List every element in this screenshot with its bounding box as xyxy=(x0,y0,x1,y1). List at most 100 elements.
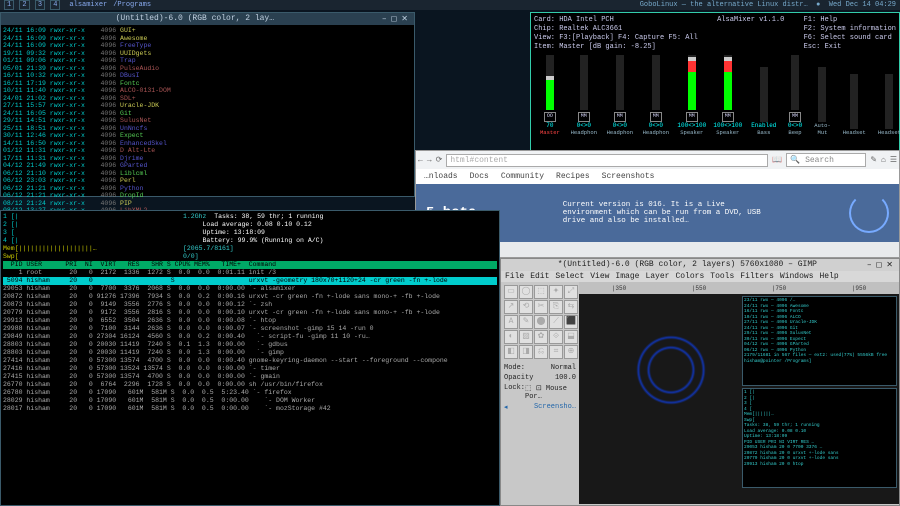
opacity-value[interactable]: 100.0 xyxy=(555,374,576,382)
menu-help[interactable]: Help xyxy=(820,272,839,281)
canvas-area[interactable]: |350|550|750|950 23/11 rwx — 4096 /…24/1… xyxy=(579,282,899,504)
channel-beep[interactable]: MM0<>0Beep xyxy=(788,55,802,136)
minimize-icon[interactable]: – xyxy=(865,261,874,270)
back-icon[interactable]: ← xyxy=(418,156,423,165)
htop-output[interactable]: 1 [| 2 [| 3 [ 4 [| Mem[|||||||||||||||||… xyxy=(1,211,499,415)
task-programs[interactable]: /Programs xyxy=(113,1,151,9)
nav-screenshots[interactable]: Screenshots xyxy=(602,172,655,181)
tool-23[interactable]: ⌗ xyxy=(549,345,563,359)
task-alsamixer[interactable]: alsamixer xyxy=(69,1,107,9)
menu-filters[interactable]: Filters xyxy=(740,272,774,281)
process-row[interactable]: 5094 hisham 20 0 S urxvt -geometry 180x7… xyxy=(3,277,497,285)
process-row[interactable]: 27414 hisham 20 0 57300 13574 4700 S 0.0… xyxy=(3,357,497,365)
tool-15[interactable]: ◐ xyxy=(504,330,518,344)
menu-layer[interactable]: Layer xyxy=(645,272,669,281)
tool-4[interactable]: ⤢ xyxy=(564,285,578,299)
tool-9[interactable]: ⇆ xyxy=(564,300,578,314)
tool-6[interactable]: ⟲ xyxy=(519,300,533,314)
nav-community[interactable]: Community xyxy=(501,172,544,181)
menu-tools[interactable]: Tools xyxy=(710,272,734,281)
tool-14[interactable]: ⬛ xyxy=(564,315,578,329)
tool-8[interactable]: ⎘ xyxy=(549,300,563,314)
close-icon[interactable]: ✕ xyxy=(884,261,895,270)
tool-21[interactable]: ◨ xyxy=(519,345,533,359)
tool-7[interactable]: ✂ xyxy=(534,300,548,314)
tool-0[interactable]: ▭ xyxy=(504,285,518,299)
menu-colors[interactable]: Colors xyxy=(675,272,704,281)
process-row[interactable]: 28029 hisham 20 0 17090 601M 581M S 0.0 … xyxy=(3,397,497,405)
process-row[interactable]: 26770 hisham 20 0 6764 2296 1728 S 0.0 0… xyxy=(3,381,497,389)
workspace-4[interactable]: 4 xyxy=(50,0,60,10)
menu-file[interactable]: File xyxy=(505,272,524,281)
channel-headset[interactable]: Headset xyxy=(843,74,866,136)
tool-12[interactable]: ⬤ xyxy=(534,315,548,329)
tool-17[interactable]: ✿ xyxy=(534,330,548,344)
maximize-icon[interactable]: ◻ xyxy=(874,261,885,270)
process-row[interactable]: 26780 hisham 20 0 17090 601M 581M S 0.0 … xyxy=(3,389,497,397)
menubar[interactable]: FileEditSelectViewImageLayerColorsToolsF… xyxy=(501,271,899,282)
tool-24[interactable]: ⊕ xyxy=(564,345,578,359)
workspace-2[interactable]: 2 xyxy=(19,0,29,10)
tool-2[interactable]: ⬚ xyxy=(534,285,548,299)
menu-select[interactable]: Select xyxy=(555,272,584,281)
process-row[interactable]: 28803 hisham 20 0 20030 11419 7240 S 0.1… xyxy=(3,341,497,349)
process-row[interactable]: 27416 hisham 20 0 57300 13524 13574 S 0.… xyxy=(3,365,497,373)
window-controls[interactable]: –◻✕ xyxy=(865,260,895,270)
mode-select[interactable]: Normal xyxy=(551,364,576,372)
tool-grid[interactable]: ▭◯⬚✦⤢↗⟲✂⎘⇆A✎⬤⟋⬛◐▨✿⟐⬓◧◨⎌⌗⊕ xyxy=(504,285,576,359)
workspace-switcher[interactable]: 1 2 3 4 xyxy=(4,1,61,9)
process-row[interactable]: 20779 hisham 20 0 9172 3556 2816 S 0.0 0… xyxy=(3,309,497,317)
process-row[interactable]: 29053 hisham 20 0 7700 3376 2068 S 0.0 0… xyxy=(3,285,497,293)
tool-20[interactable]: ◧ xyxy=(504,345,518,359)
channel-master[interactable]: OO70Master xyxy=(540,55,560,136)
channel-speaker[interactable]: MM100<>100Speaker xyxy=(680,55,704,136)
nav-docs[interactable]: Docs xyxy=(470,172,489,181)
channel-auto-mut[interactable]: Auto-Mut xyxy=(814,67,831,136)
mixer-channels[interactable]: OO70Master MM0<>0Headphon MM0<>0Headphon MM… xyxy=(534,58,896,136)
process-row[interactable]: 29988 hisham 20 0 7100 3144 2636 S 0.0 0… xyxy=(3,325,497,333)
tool-19[interactable]: ⬓ xyxy=(564,330,578,344)
process-row[interactable]: 28017 hisham 20 0 17090 601M 581M S 0.0 … xyxy=(3,405,497,413)
titlebar[interactable]: *(Untitled)-6.0 (RGB color, 2 layers) 57… xyxy=(501,259,899,271)
workspace-1[interactable]: 1 xyxy=(4,0,14,10)
tool-18[interactable]: ⟐ xyxy=(549,330,563,344)
forward-icon[interactable]: → xyxy=(427,156,432,165)
nav-recipes[interactable]: Recipes xyxy=(556,172,590,181)
tool-3[interactable]: ✦ xyxy=(549,285,563,299)
tool-13[interactable]: ⟋ xyxy=(549,315,563,329)
minimize-icon[interactable]: – xyxy=(380,15,389,24)
channel-headphon[interactable]: MM0<>0Headphon xyxy=(644,55,668,136)
menu-icon[interactable]: ☰ xyxy=(890,155,897,165)
tab-screenshot[interactable]: Screensho… xyxy=(534,403,576,412)
menu-windows[interactable]: Windows xyxy=(780,272,814,281)
channel-headset[interactable]: Headset xyxy=(878,74,900,136)
process-row[interactable]: 27415 hisham 20 0 57300 13574 4700 S 0.0… xyxy=(3,373,497,381)
tool-11[interactable]: ✎ xyxy=(519,315,533,329)
reload-icon[interactable]: ⟳ xyxy=(436,155,443,165)
close-icon[interactable]: ✕ xyxy=(399,15,410,24)
search-input[interactable]: 🔍 Search xyxy=(786,153,866,167)
channel-speaker[interactable]: MM100<>100Speaker xyxy=(716,55,740,136)
process-row[interactable]: 28803 hisham 20 0 20030 11419 7240 S 0.0… xyxy=(3,349,497,357)
tool-22[interactable]: ⎌ xyxy=(534,345,548,359)
workspace-3[interactable]: 3 xyxy=(35,0,45,10)
tool-16[interactable]: ▨ xyxy=(519,330,533,344)
channel-bass[interactable]: EnabledBass xyxy=(752,67,776,136)
url-input[interactable]: html#content xyxy=(446,154,768,167)
process-row[interactable]: 29913 hisham 20 0 6552 3504 2636 S 0.0 0… xyxy=(3,317,497,325)
tool-10[interactable]: A xyxy=(504,315,518,329)
process-row[interactable]: 1 root 20 0 2172 1336 1272 S 0.0 0.0 0:0… xyxy=(3,269,497,277)
home-icon[interactable]: ⌂ xyxy=(881,156,886,165)
window-controls[interactable]: –◻✕ xyxy=(380,14,410,24)
process-row[interactable]: 20873 hisham 20 0 9149 3556 2776 S 0.0 0… xyxy=(3,301,497,309)
reader-icon[interactable]: 📖 xyxy=(772,155,782,165)
menu-edit[interactable]: Edit xyxy=(530,272,549,281)
edit-icon[interactable]: ✎ xyxy=(870,155,877,165)
lock-toggles[interactable]: ⬚ ⊡ Mouse Por… xyxy=(525,384,576,401)
process-header[interactable]: PID USER PRI NI VIRT RES SHR S CPU% MEM%… xyxy=(3,261,497,269)
process-row[interactable]: 29849 hisham 20 0 27304 16124 4560 S 0.0… xyxy=(3,333,497,341)
maximize-icon[interactable]: ◻ xyxy=(389,15,400,24)
titlebar[interactable]: (Untitled)-6.0 (RGB color, 2 lay… –◻✕ xyxy=(1,13,414,25)
channel-headphon[interactable]: MM0<>0Headphon xyxy=(572,55,596,136)
process-row[interactable]: 20872 hisham 20 0 91276 17396 7934 S 0.0… xyxy=(3,293,497,301)
